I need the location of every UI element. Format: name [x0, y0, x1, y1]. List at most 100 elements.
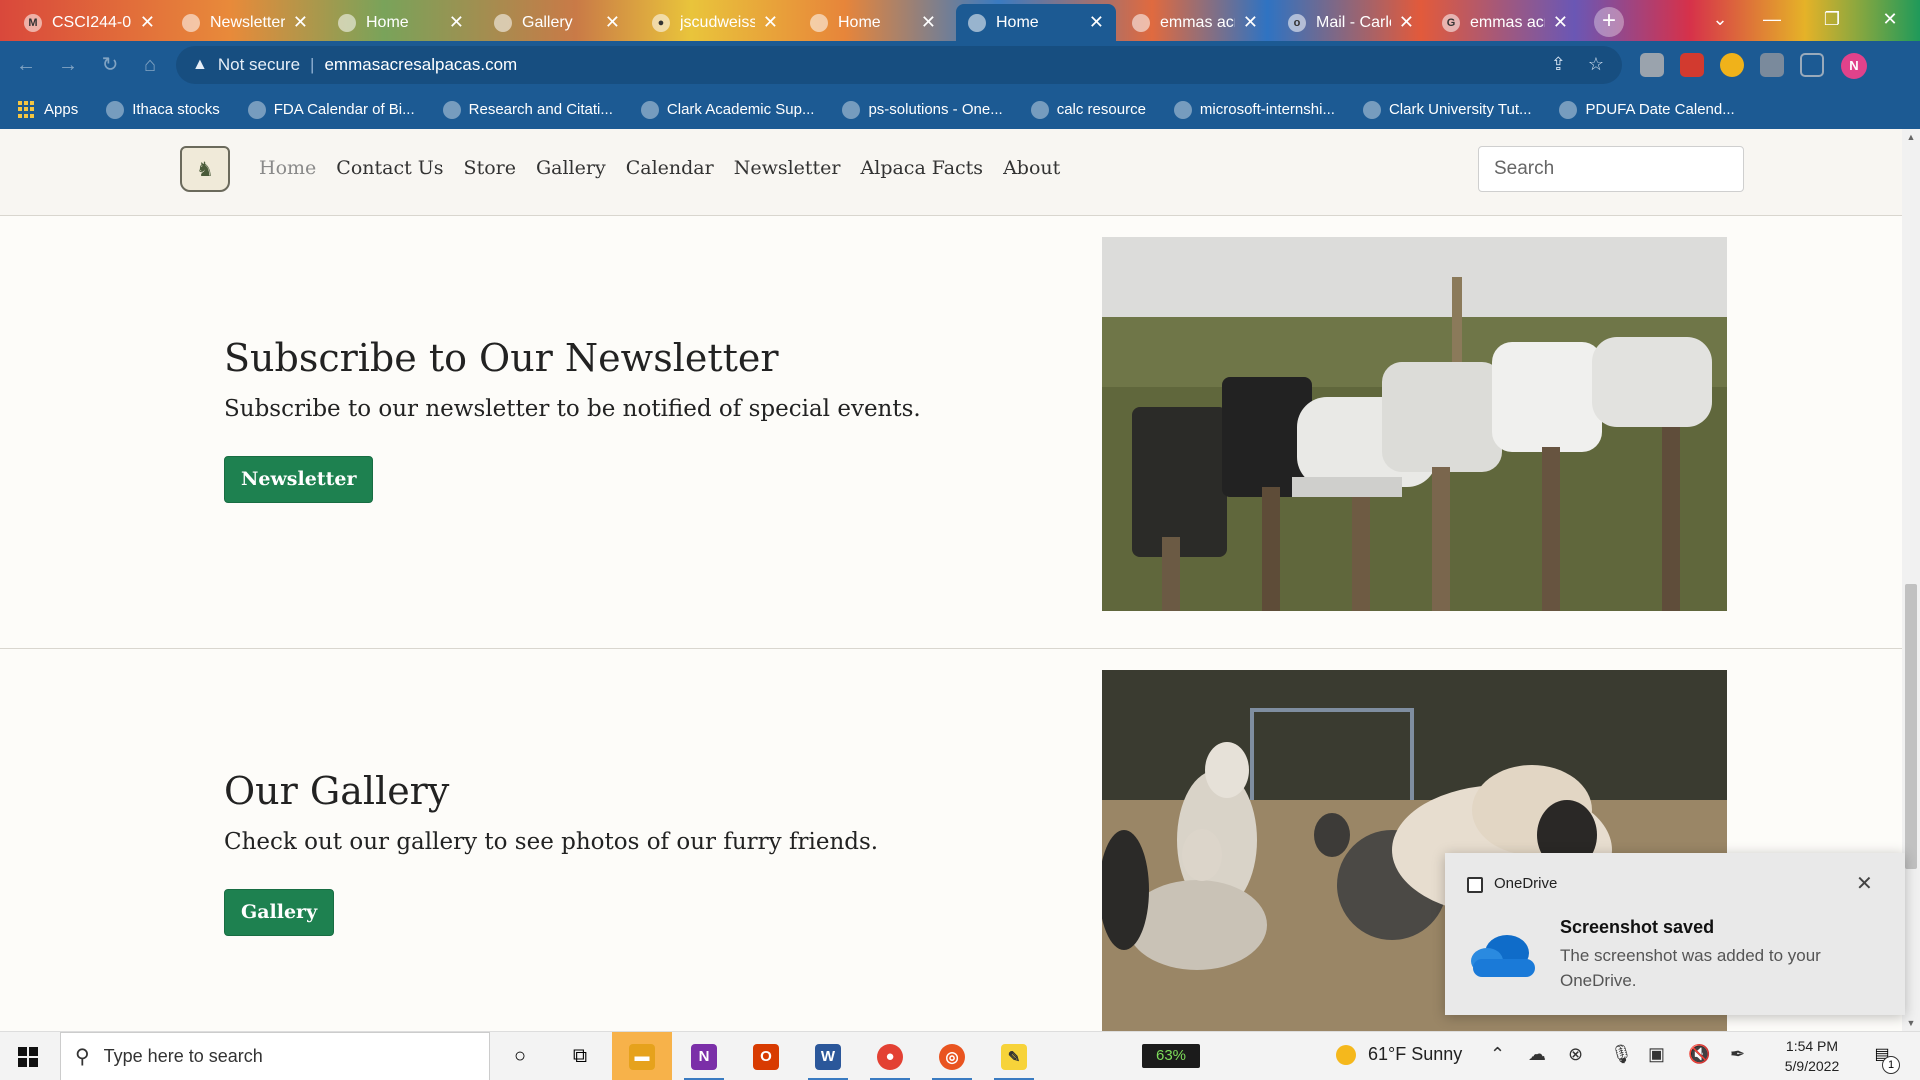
- side-panel-icon[interactable]: [1800, 53, 1824, 77]
- close-tab-icon[interactable]: ✕: [449, 12, 464, 33]
- puzzle-icon[interactable]: [1760, 53, 1784, 77]
- forward-icon[interactable]: →: [56, 53, 80, 77]
- taskbar-clock[interactable]: 1:54 PM 5/9/2022: [1770, 1036, 1854, 1076]
- site-logo[interactable]: ♞: [180, 146, 230, 192]
- office-icon[interactable]: O: [736, 1032, 796, 1080]
- url-text[interactable]: emmasacresalpacas.com: [324, 55, 517, 75]
- close-tab-icon[interactable]: ✕: [921, 12, 936, 33]
- close-icon[interactable]: ✕: [1856, 871, 1873, 896]
- taskbar-search-placeholder: Type here to search: [103, 1046, 263, 1066]
- bookmark[interactable]: PDUFA Date Calend...: [1559, 100, 1735, 119]
- globe-icon: [968, 13, 986, 32]
- bookmark[interactable]: microsoft-internshi...: [1173, 100, 1335, 119]
- scroll-up-icon[interactable]: ▲: [1902, 129, 1920, 145]
- site-search-input[interactable]: [1478, 146, 1744, 192]
- bookmark-star-icon[interactable]: ☆: [1588, 54, 1604, 75]
- browser-tab[interactable]: G emmas acr ✕: [1430, 4, 1580, 41]
- nav-store[interactable]: Store: [464, 157, 516, 179]
- browser-tab[interactable]: Gallery ✕: [482, 4, 632, 41]
- section-text: Subscribe to our newsletter to be notifi…: [224, 396, 921, 422]
- profile-avatar[interactable]: N: [1841, 53, 1867, 79]
- browser-tab[interactable]: o Mail - Carlo ✕: [1276, 4, 1426, 41]
- browser-tab[interactable]: M CSCI244-01 ✕: [12, 4, 167, 41]
- mailboxes-photo: [1102, 237, 1727, 611]
- chevron-up-icon[interactable]: ⌃: [1490, 1044, 1505, 1065]
- ubuntu-icon[interactable]: ◎: [922, 1032, 982, 1080]
- close-tab-icon[interactable]: ✕: [763, 12, 778, 33]
- task-view-icon[interactable]: ⧉: [550, 1032, 610, 1080]
- extension-icon[interactable]: [1680, 53, 1704, 77]
- browser-tab[interactable]: emmas acre ✕: [1120, 4, 1270, 41]
- browser-tab[interactable]: ● jscudweiss/ ✕: [640, 4, 790, 41]
- scroll-thumb[interactable]: [1905, 584, 1917, 869]
- bookmark[interactable]: Ithaca stocks: [106, 100, 220, 119]
- chrome-icon[interactable]: ●: [860, 1032, 920, 1080]
- restore-button[interactable]: ❐: [1802, 0, 1862, 41]
- microphone-icon[interactable]: 🎙: [1610, 1044, 1633, 1065]
- extension-icon[interactable]: [1640, 53, 1664, 77]
- battery-indicator[interactable]: 63%: [1142, 1044, 1200, 1068]
- nav-alpaca-facts[interactable]: Alpaca Facts: [861, 157, 984, 179]
- notification-app-name: OneDrive: [1494, 875, 1558, 892]
- warning-icon[interactable]: ▲: [192, 56, 208, 74]
- word-icon[interactable]: W: [798, 1032, 858, 1080]
- gallery-button[interactable]: Gallery: [224, 889, 335, 936]
- home-icon[interactable]: ⌂: [138, 53, 162, 77]
- notification-center-icon[interactable]: ▤ 1: [1868, 1044, 1900, 1074]
- bookmark-apps[interactable]: Apps: [18, 100, 78, 119]
- close-tab-icon[interactable]: ✕: [140, 12, 155, 33]
- newsletter-button[interactable]: Newsletter: [224, 456, 374, 503]
- bookmark[interactable]: ps-solutions - One...: [842, 100, 1003, 119]
- back-icon[interactable]: ←: [14, 53, 38, 77]
- browser-tab[interactable]: Home ✕: [798, 4, 948, 41]
- close-window-button[interactable]: ✕: [1860, 0, 1920, 41]
- address-bar[interactable]: ▲ Not secure | emmasacresalpacas.com ⇪ ☆: [176, 46, 1622, 84]
- mailboxes-illustration: [1102, 237, 1727, 611]
- reload-icon[interactable]: ↻: [98, 53, 122, 77]
- sticky-notes-icon[interactable]: ✎: [984, 1032, 1044, 1080]
- moodle-icon: M: [24, 13, 42, 32]
- close-tab-icon[interactable]: ✕: [1089, 12, 1104, 33]
- close-tab-icon[interactable]: ✕: [1243, 12, 1258, 33]
- scroll-down-icon[interactable]: ▼: [1902, 1015, 1920, 1031]
- minimize-button[interactable]: —: [1742, 0, 1802, 41]
- github-icon: ●: [652, 13, 670, 32]
- bookmark[interactable]: FDA Calendar of Bi...: [247, 100, 415, 119]
- display-icon[interactable]: ▣: [1648, 1044, 1665, 1065]
- pen-icon[interactable]: ✒: [1730, 1044, 1745, 1065]
- bookmark[interactable]: Clark University Tut...: [1362, 100, 1531, 119]
- bookmark[interactable]: calc resource: [1030, 100, 1146, 119]
- close-tab-icon[interactable]: ✕: [605, 12, 620, 33]
- onedrive-tray-icon[interactable]: ☁: [1528, 1044, 1546, 1065]
- bookmark[interactable]: Research and Citati...: [442, 100, 613, 119]
- browser-tab[interactable]: Home ✕: [326, 4, 476, 41]
- share-icon[interactable]: ⇪: [1551, 54, 1566, 75]
- nav-about[interactable]: About: [1003, 157, 1060, 179]
- nav-home[interactable]: Home: [259, 157, 316, 179]
- notification-body: The screenshot was added to your OneDriv…: [1560, 946, 1821, 990]
- weather-widget[interactable]: 61°F Sunny: [1336, 1044, 1462, 1065]
- new-tab-button[interactable]: +: [1594, 7, 1624, 37]
- browser-tab-active[interactable]: Home ✕: [956, 4, 1116, 41]
- nav-gallery[interactable]: Gallery: [536, 157, 606, 179]
- onenote-icon[interactable]: N: [674, 1032, 734, 1080]
- cortana-icon[interactable]: ○: [490, 1032, 550, 1080]
- close-tab-icon[interactable]: ✕: [293, 12, 308, 33]
- nav-contact-us[interactable]: Contact Us: [336, 157, 443, 179]
- extension-icon[interactable]: [1720, 53, 1744, 77]
- security-label[interactable]: Not secure: [218, 55, 300, 75]
- browser-tab[interactable]: Newsletter ✕: [170, 4, 320, 41]
- network-icon[interactable]: ⊗: [1568, 1044, 1583, 1065]
- onedrive-notification[interactable]: OneDrive ✕ Screenshot saved The screensh…: [1445, 853, 1905, 1015]
- file-explorer-icon[interactable]: ▬: [612, 1032, 672, 1080]
- bookmark[interactable]: Clark Academic Sup...: [640, 100, 814, 119]
- volume-muted-icon[interactable]: 🔇: [1688, 1044, 1710, 1065]
- close-tab-icon[interactable]: ✕: [1399, 12, 1414, 33]
- start-button[interactable]: [18, 1047, 38, 1067]
- close-tab-icon[interactable]: ✕: [1553, 12, 1568, 33]
- tab-search-icon[interactable]: ⌄: [1690, 0, 1750, 41]
- omnibox-actions: ⇪ ☆: [1551, 54, 1604, 75]
- nav-calendar[interactable]: Calendar: [626, 157, 714, 179]
- nav-newsletter[interactable]: Newsletter: [734, 157, 841, 179]
- taskbar-search[interactable]: ⚲ Type here to search: [60, 1032, 490, 1080]
